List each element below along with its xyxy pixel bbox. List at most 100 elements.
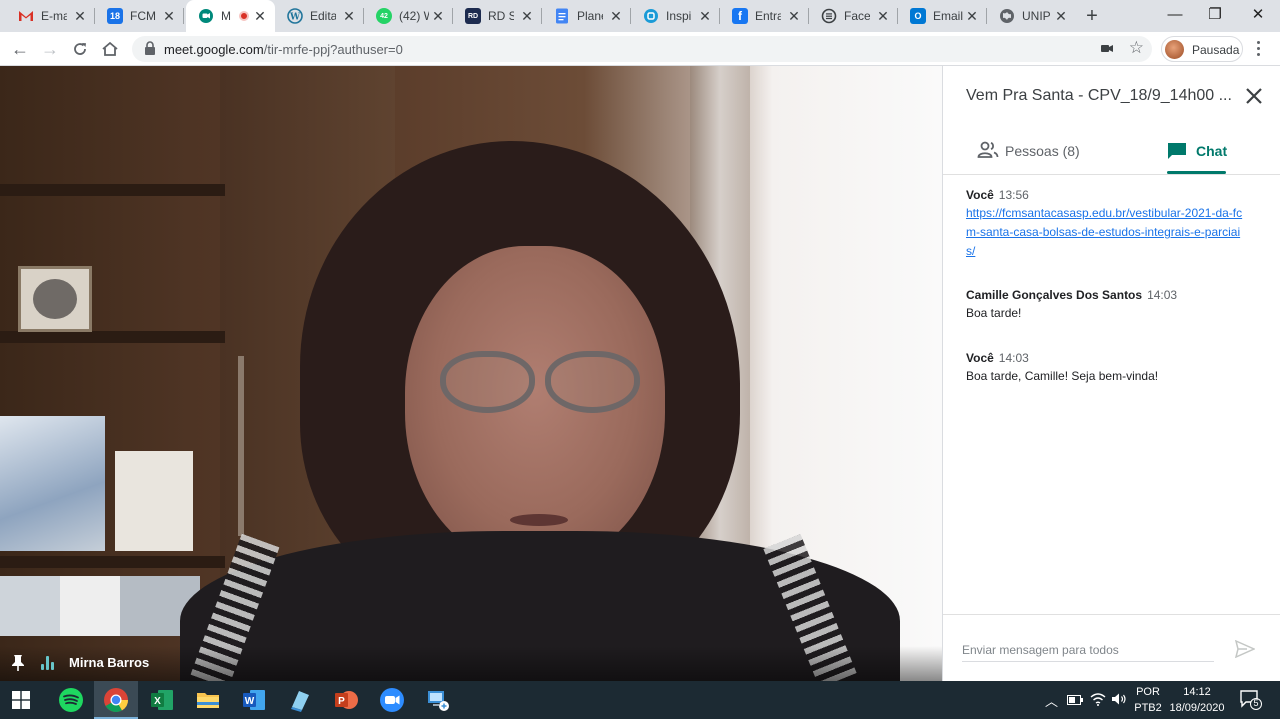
tab-facebook[interactable]: Faceb ✕ [809,0,898,32]
close-tab-icon[interactable]: ✕ [609,9,623,23]
close-window-button[interactable]: ✕ [1238,4,1278,26]
message-link[interactable]: https://fcmsantacasasp.edu.br/vestibular… [966,206,1242,258]
wordpress-icon: W [287,8,303,24]
browser-menu-icon[interactable] [1252,39,1264,59]
reload-icon [74,43,86,55]
forward-button[interactable]: → [38,37,62,61]
close-tab-icon[interactable]: ✕ [1054,9,1068,23]
tab-people[interactable]: Pessoas (8) [977,136,1097,174]
powerpoint-icon[interactable]: P [333,687,359,713]
notification-count: 5 [1253,698,1259,708]
zoom-icon[interactable] [379,687,405,713]
address-bar[interactable]: meet.google.com/tir-mrfe-ppj?authuser=0 … [132,36,1152,62]
chat-input[interactable]: Enviar mensagem para todos [962,643,1119,657]
tab-sheets[interactable]: Plane ✕ [542,0,631,32]
close-panel-icon[interactable] [1243,85,1265,107]
excel-icon[interactable]: X [149,687,175,713]
file-explorer-icon[interactable] [195,687,221,713]
clock-time: 14:12 [1183,686,1211,698]
tab-title: UNIP [1022,9,1051,23]
chrome-icon[interactable] [103,687,129,713]
close-tab-icon[interactable]: ✕ [431,9,445,23]
restore-button[interactable]: ❐ [1195,4,1235,26]
wifi-icon[interactable] [1090,692,1106,706]
close-tab-icon[interactable]: ✕ [965,9,979,23]
chat-message: Você 13:56 https://fcmsantacasasp.edu.br/… [966,187,1256,261]
browser-tab-strip: E-mai ✕ 18 FCM S ✕ M ✕ W Editar ✕ 42 (42… [0,0,1280,32]
globe-icon [999,8,1015,24]
svg-text:P: P [338,696,345,707]
message-text: Boa tarde! [966,306,1022,320]
profile-button[interactable]: Pausada [1161,36,1243,62]
tab-facebook-login[interactable]: f Entrar ✕ [720,0,809,32]
tab-gmail[interactable]: E-mai ✕ [6,0,95,32]
chat-message: Camille Gonçalves Dos Santos 14:03 Boa ta… [966,287,1256,323]
minimize-button[interactable]: — [1155,4,1195,26]
facebook-icon: f [732,8,748,24]
notes-icon[interactable] [287,687,313,713]
tab-title: E-mai [41,9,67,23]
close-tab-icon[interactable]: ✕ [876,9,890,23]
meeting-details-panel: Vem Pra Santa - CPV_18/9_14h00 ... Pesso… [942,66,1280,681]
rdstation-icon: RD [465,8,481,24]
tab-title: Inspir [666,9,692,23]
tab-title: (42) W [399,9,429,23]
battery-icon[interactable] [1067,695,1083,705]
input-language[interactable]: POR PTB2 [1133,684,1163,716]
svg-text:W: W [289,13,301,23]
people-icon [977,141,999,158]
close-tab-icon[interactable]: ✕ [787,9,801,23]
reload-button[interactable] [68,37,92,61]
svg-text:W: W [245,696,255,707]
volume-icon[interactable] [1111,692,1127,706]
tab-title: Email [933,9,963,23]
calendar-icon: 18 [107,8,123,24]
tab-meet[interactable]: M ✕ [186,0,275,32]
close-tab-icon[interactable]: ✕ [162,9,176,23]
windows-taskbar: X W P ︿ POR PTB2 14:12 18/09/2020 5 [0,681,1280,719]
pin-icon[interactable] [11,654,25,672]
close-tab-icon[interactable]: ✕ [253,9,267,23]
tab-people-label: Pessoas (8) [1005,143,1080,159]
tab-chat[interactable]: Chat [1167,136,1257,174]
windows-start-icon[interactable] [12,691,30,709]
tab-whatsapp[interactable]: 42 (42) W ✕ [364,0,453,32]
lock-icon [145,41,155,55]
home-icon [102,41,118,56]
tab-title: Editar [310,9,336,23]
facebook-outline-icon [821,8,837,24]
meeting-title: Vem Pra Santa - CPV_18/9_14h00 ... [966,87,1232,104]
tab-title: Plane [577,9,603,23]
tab-outlook[interactable]: O Email ✕ [898,0,987,32]
docs-icon [554,8,570,24]
tab-rdstation[interactable]: RD RD St ✕ [453,0,542,32]
close-tab-icon[interactable]: ✕ [73,9,87,23]
keyboard-layout: PTB2 [1134,702,1162,714]
camera-in-use-icon[interactable] [1100,41,1114,55]
tab-title: RD St [488,9,514,23]
tab-inspire[interactable]: Inspir ✕ [631,0,720,32]
message-time: 13:56 [998,188,1029,202]
bookmark-star-icon[interactable]: ☆ [1129,38,1144,58]
word-icon[interactable]: W [241,687,267,713]
home-button[interactable] [98,37,122,61]
tab-unip[interactable]: UNIP ✕ [987,0,1076,32]
tab-title: Entrar [755,9,781,23]
message-text: Boa tarde, Camille! Seja bem-vinda! [966,369,1159,383]
tab-wordpress[interactable]: W Editar ✕ [275,0,364,32]
tab-fcm[interactable]: 18 FCM S ✕ [95,0,184,32]
close-tab-icon[interactable]: ✕ [342,9,356,23]
inspire-icon [643,8,659,24]
system-clock[interactable]: 14:12 18/09/2020 [1169,684,1225,716]
gmail-icon [18,8,34,24]
network-app-icon[interactable] [425,687,451,713]
close-tab-icon[interactable]: ✕ [520,9,534,23]
clock-date: 18/09/2020 [1169,702,1225,714]
send-icon[interactable] [1235,640,1255,658]
show-hidden-icons-icon[interactable]: ︿ [1045,691,1058,710]
back-button[interactable]: ← [8,37,32,61]
language-code: POR [1136,686,1160,698]
spotify-icon[interactable] [58,687,84,713]
close-tab-icon[interactable]: ✕ [698,9,712,23]
new-tab-button[interactable]: + [1082,6,1102,26]
